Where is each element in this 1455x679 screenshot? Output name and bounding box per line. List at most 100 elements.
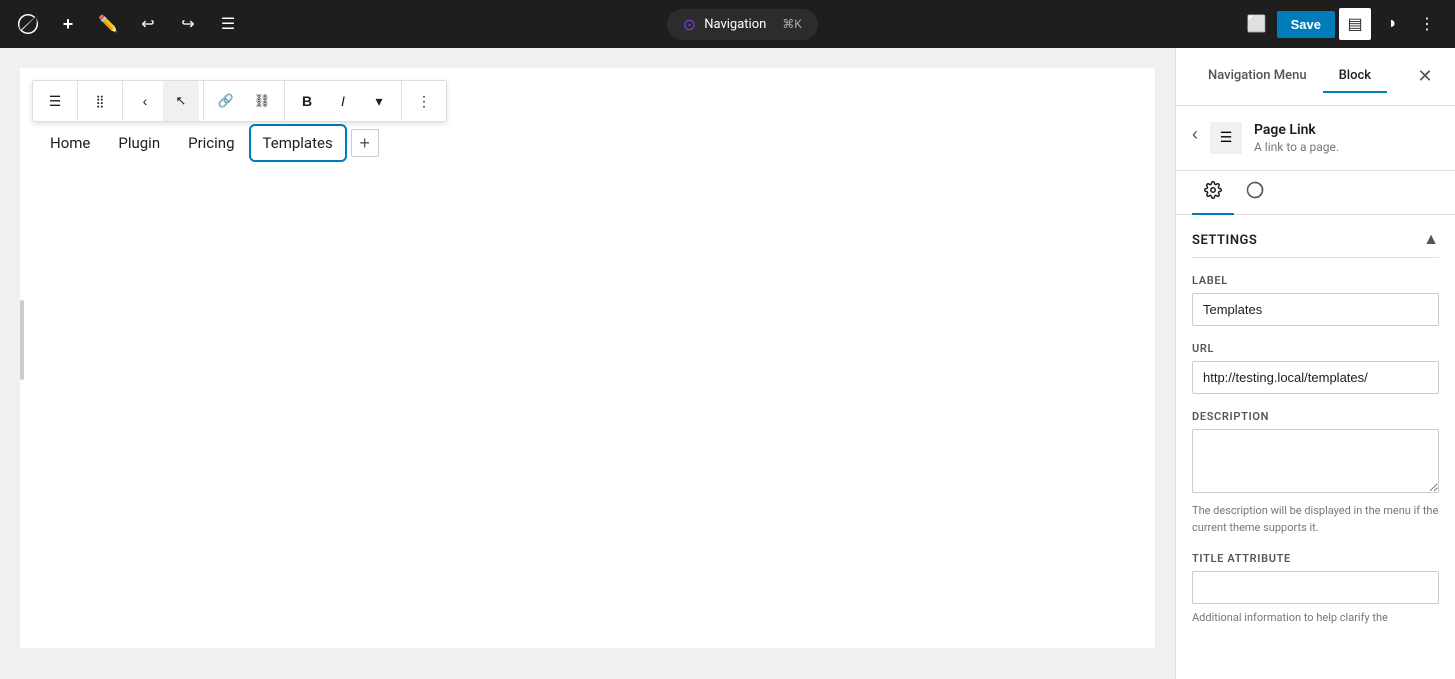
- back-button[interactable]: ‹: [1192, 124, 1198, 145]
- wp-logo: [12, 8, 44, 40]
- url-input[interactable]: [1192, 361, 1439, 394]
- move-left-icon: ‹: [143, 93, 148, 109]
- url-field-label: URL: [1192, 342, 1439, 355]
- nav-item-plugin[interactable]: Plugin: [108, 128, 170, 158]
- drag-handle-btn[interactable]: ⣿: [82, 81, 118, 121]
- preview-icon: ⬜: [1247, 14, 1267, 34]
- redo-icon: ↪: [181, 14, 194, 34]
- url-field-group: URL: [1192, 342, 1439, 394]
- close-icon: ✕: [1417, 66, 1432, 87]
- nav-shortcut: ⌘K: [782, 17, 802, 31]
- main-layout: ☰ ⣿ ‹ ↖ 🔗: [0, 48, 1455, 679]
- nav-item-home[interactable]: Home: [40, 128, 100, 158]
- add-block-button[interactable]: +: [52, 8, 84, 40]
- label-field-label: LABEL: [1192, 274, 1439, 287]
- move-left-btn[interactable]: ‹: [127, 81, 163, 121]
- settings-tab-style[interactable]: [1234, 171, 1276, 215]
- add-nav-item-button[interactable]: +: [351, 129, 379, 157]
- plus-icon: +: [63, 14, 74, 35]
- block-desc: A link to a page.: [1254, 140, 1339, 154]
- unlink-icon: ⛓: [254, 93, 271, 109]
- list-view-button[interactable]: ☰: [212, 8, 244, 40]
- list-view-icon: ☰: [49, 93, 62, 110]
- bold-icon: B: [302, 93, 312, 109]
- description-field-group: DESCRIPTION The description will be disp…: [1192, 410, 1439, 536]
- close-sidebar-button[interactable]: ✕: [1411, 63, 1439, 91]
- toolbar-group-format: B I ▾: [285, 81, 402, 121]
- appearance-button[interactable]: ◑: [1375, 8, 1407, 40]
- gear-icon: [1204, 181, 1222, 199]
- sidebar-toggle-button[interactable]: ▤: [1339, 8, 1371, 40]
- label-input[interactable]: [1192, 293, 1439, 326]
- nav-item-templates[interactable]: Templates: [253, 128, 343, 158]
- tools-icon: ✏️: [98, 14, 118, 34]
- tools-button[interactable]: ✏️: [92, 8, 124, 40]
- chevron-up-icon: ▲: [1423, 231, 1439, 248]
- undo-icon: ↩: [141, 14, 154, 34]
- label-field-group: LABEL: [1192, 274, 1439, 326]
- preview-button[interactable]: ⬜: [1241, 8, 1273, 40]
- description-field-label: DESCRIPTION: [1192, 410, 1439, 423]
- style-icon: [1246, 181, 1264, 199]
- cursor-btn[interactable]: ↖: [163, 81, 199, 121]
- more-icon: ⋮: [417, 93, 431, 110]
- settings-section-title: Settings: [1192, 233, 1257, 248]
- sidebar: Navigation Menu Block ✕ ‹ ☰ Page Link A …: [1175, 48, 1455, 679]
- save-button[interactable]: Save: [1277, 11, 1335, 38]
- tab-navigation-menu[interactable]: Navigation Menu: [1192, 60, 1323, 93]
- block-title-area: Page Link A link to a page.: [1254, 122, 1339, 154]
- list-view-icon: ☰: [221, 14, 235, 34]
- options-icon: ⋮: [1419, 14, 1435, 34]
- settings-tab-settings[interactable]: [1192, 171, 1234, 215]
- page-link-icon: ☰: [1220, 130, 1233, 146]
- undo-button[interactable]: ↩: [132, 8, 164, 40]
- list-view-btn[interactable]: ☰: [37, 81, 73, 121]
- nav-title: Navigation: [704, 17, 766, 32]
- collapse-settings-button[interactable]: ▲: [1423, 231, 1439, 249]
- drag-icon: ⣿: [96, 94, 105, 108]
- toolbar-group-more: ⋮: [402, 81, 446, 121]
- unlink-btn[interactable]: ⛓: [244, 81, 280, 121]
- block-toolbar: ☰ ⣿ ‹ ↖ 🔗: [32, 80, 447, 122]
- toolbar-group-view: ☰: [33, 81, 78, 121]
- title-attr-input[interactable]: [1192, 571, 1439, 604]
- wordpress-logo-icon: [16, 12, 40, 36]
- link-icon: 🔗: [218, 93, 234, 109]
- italic-btn[interactable]: I: [325, 81, 361, 121]
- block-info: ‹ ☰ Page Link A link to a page.: [1176, 106, 1455, 171]
- more-options-btn[interactable]: ⋮: [406, 81, 442, 121]
- tab-block[interactable]: Block: [1323, 60, 1387, 93]
- italic-icon: I: [341, 93, 345, 109]
- link-btn[interactable]: 🔗: [208, 81, 244, 121]
- settings-panel-tabs: [1176, 171, 1455, 215]
- toolbar-group-link: 🔗 ⛓: [204, 81, 285, 121]
- description-help: The description will be displayed in the…: [1192, 503, 1439, 536]
- nav-status-icon: ⊙: [683, 15, 696, 34]
- editor-area: ☰ ⣿ ‹ ↖ 🔗: [0, 48, 1175, 679]
- sidebar-tabs: Navigation Menu Block: [1192, 60, 1387, 93]
- title-attr-field-group: TITLE ATTRIBUTE Additional information t…: [1192, 552, 1439, 627]
- toolbar-group-move: ‹ ↖: [123, 81, 204, 121]
- redo-button[interactable]: ↪: [172, 8, 204, 40]
- nav-item-pricing[interactable]: Pricing: [178, 128, 244, 158]
- scroll-indicator: [20, 300, 24, 380]
- more-format-btn[interactable]: ▾: [361, 81, 397, 121]
- toolbar-group-drag: ⣿: [78, 81, 123, 121]
- title-attr-help: Additional information to help clarify t…: [1192, 610, 1439, 627]
- block-title: Page Link: [1254, 122, 1339, 138]
- title-attr-field-label: TITLE ATTRIBUTE: [1192, 552, 1439, 565]
- options-button[interactable]: ⋮: [1411, 8, 1443, 40]
- cursor-icon: ↖: [176, 93, 187, 109]
- editor-canvas: ☰ ⣿ ‹ ↖ 🔗: [20, 68, 1155, 648]
- bold-btn[interactable]: B: [289, 81, 325, 121]
- nav-pill[interactable]: ⊙ Navigation ⌘K: [667, 9, 818, 40]
- sidebar-icon: ▤: [1347, 14, 1362, 34]
- description-textarea[interactable]: [1192, 429, 1439, 493]
- dropdown-icon: ▾: [375, 93, 382, 110]
- top-bar: + ✏️ ↩ ↪ ☰ ⊙ Navigation ⌘K ⬜ Save ▤ ◑ ⋮: [0, 0, 1455, 48]
- sidebar-header: Navigation Menu Block ✕: [1176, 48, 1455, 106]
- settings-content: Settings ▲ LABEL URL DESCRIPTION The des…: [1176, 215, 1455, 659]
- top-bar-right: ⬜ Save ▤ ◑ ⋮: [1241, 8, 1443, 40]
- top-bar-center: ⊙ Navigation ⌘K: [252, 9, 1233, 40]
- add-icon: +: [359, 133, 370, 154]
